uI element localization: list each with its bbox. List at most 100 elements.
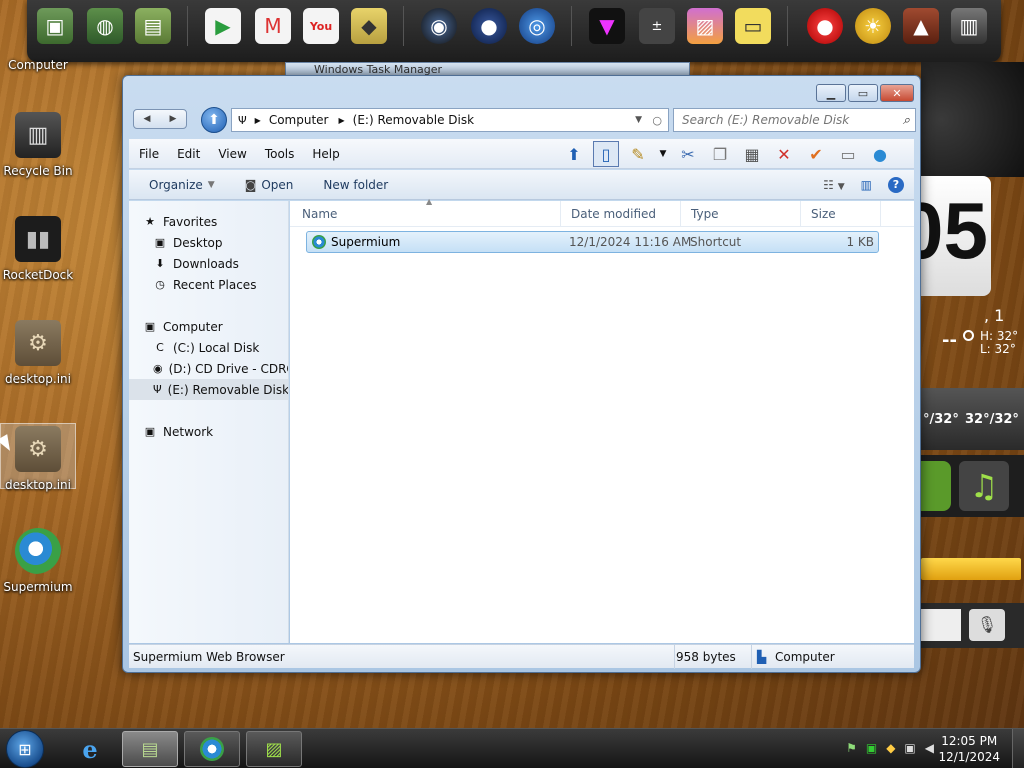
nav-drive-e[interactable]: Ψ (E:) Removable Disk (129, 379, 288, 400)
tray-network-icon[interactable]: ⚑ (846, 741, 857, 755)
dropdown-arrow-icon[interactable]: ▼ (657, 141, 669, 167)
show-desktop-button[interactable] (1012, 729, 1024, 768)
properties-icon[interactable]: ✎ (625, 141, 651, 167)
organize-button[interactable]: Organize ▼ (149, 178, 215, 192)
taskbar-explorer[interactable]: ▤ (122, 731, 178, 767)
calculator-icon[interactable]: ± (639, 8, 675, 44)
taskbar-internet-explorer[interactable]: e (62, 731, 118, 767)
file-list[interactable]: Name Date modified Type Size ▲ Supermium… (290, 197, 914, 643)
photos-icon[interactable]: ▨ (687, 8, 723, 44)
file-size: 1 KB (846, 235, 874, 249)
menu-view[interactable]: View (218, 147, 246, 161)
trash-icon[interactable]: ▥ (951, 8, 987, 44)
youtube-icon[interactable]: You (303, 8, 339, 44)
help-icon[interactable]: ? (888, 176, 904, 193)
start-button[interactable]: ⊞ (6, 730, 44, 768)
weather-icon[interactable]: ☀ (855, 8, 891, 44)
gmail-icon[interactable]: M (255, 8, 291, 44)
mic-icon[interactable]: 🎙 (969, 609, 1005, 641)
menu-help[interactable]: Help (312, 147, 339, 161)
desktop-icon-recycle-bin[interactable]: ▥ Recycle Bin (0, 112, 76, 178)
back-arrow-icon[interactable]: ◀ (144, 114, 151, 124)
rename-icon[interactable]: ▭ (835, 141, 861, 167)
tray-battery-icon[interactable]: ▣ (866, 741, 877, 755)
android-folder-icon[interactable]: ▣ (37, 8, 73, 44)
nav-computer[interactable]: ▣ Computer (129, 316, 288, 337)
nav-recent-places[interactable]: ◷ Recent Places (129, 274, 288, 295)
nav-drive-c[interactable]: C (C:) Local Disk (129, 337, 288, 358)
maximize-button[interactable]: ▭ (848, 84, 878, 102)
search-icon[interactable]: ⌕ (903, 113, 910, 128)
computer-label: Computer (8, 58, 68, 72)
refresh-icon[interactable]: ○ (652, 114, 662, 127)
copy-icon[interactable]: ❐ (707, 141, 733, 167)
search-box[interactable]: ⌕ (673, 108, 916, 132)
delete-icon[interactable]: ✕ (771, 141, 797, 167)
nav-downloads[interactable]: ⬇ Downloads (129, 253, 288, 274)
preview-pane-icon[interactable]: ▯ (593, 141, 619, 167)
tray-action-center-icon[interactable]: ▣ (904, 741, 915, 755)
notes-icon[interactable]: ▭ (735, 8, 771, 44)
network-android-icon[interactable]: ◍ (87, 8, 123, 44)
taskbar-task-manager[interactable]: ▨ (246, 731, 302, 767)
desktop-icon-computer[interactable]: Computer (0, 58, 76, 72)
desktop-icon-rocketdock[interactable]: ▮▮ RocketDock (0, 216, 76, 282)
nav-favorites[interactable]: ★ Favorites (129, 211, 288, 232)
close-button[interactable]: ✕ (880, 84, 914, 102)
menu-tools[interactable]: Tools (265, 147, 295, 161)
preview-pane-toggle-icon[interactable]: ▥ (861, 178, 872, 192)
paste-icon[interactable]: ▦ (739, 141, 765, 167)
forward-arrow-icon[interactable]: ▶ (170, 114, 177, 124)
angry-birds-icon[interactable]: ● (807, 8, 843, 44)
browser-globe-icon[interactable]: ◎ (519, 8, 555, 44)
taskbar-clock[interactable]: 12:05 PM 12/1/2024 (938, 733, 1000, 765)
file-row[interactable]: Supermium 12/1/2024 11:16 AM Shortcut 1 … (306, 231, 879, 253)
minimize-button[interactable]: ▁ (816, 84, 846, 102)
search-input[interactable] (682, 113, 882, 127)
breadcrumb-computer[interactable]: Computer (269, 113, 329, 127)
maps-icon[interactable]: ◆ (351, 8, 387, 44)
nav-gap (129, 295, 288, 316)
play-store-icon[interactable]: ▶ (205, 8, 241, 44)
music-icon[interactable]: ♫ (959, 461, 1009, 511)
open-button[interactable]: ◙ Open (245, 178, 294, 192)
up-folder-icon[interactable]: ⬆ (561, 141, 587, 167)
cut-icon[interactable]: ✂ (675, 141, 701, 167)
column-type[interactable]: Type (681, 201, 801, 227)
nav-desktop[interactable]: ▣ Desktop (129, 232, 288, 253)
address-dropdown-icon[interactable]: ▼ (635, 115, 642, 125)
tray-volume-icon[interactable]: ◀ (925, 741, 934, 755)
desktop-icon-supermium[interactable]: Supermium (0, 528, 76, 594)
column-date-modified[interactable]: Date modified (561, 201, 681, 227)
new-folder-button[interactable]: New folder (323, 178, 388, 192)
speaker-icon[interactable]: ● (471, 8, 507, 44)
menu-file[interactable]: File (139, 147, 159, 161)
address-bar[interactable]: Ψ ▶ Computer ▶ (E:) Removable Disk ▼ ○ (231, 108, 669, 132)
chat-bubble-icon[interactable]: ● (867, 141, 893, 167)
desktop-icon-desktop-ini-selected[interactable]: ⚙ desktop.ini (0, 423, 76, 492)
desktop-icon-desktop-ini[interactable]: ⚙ desktop.ini (0, 320, 76, 386)
address-row: ◀ ▶ ⬆ Ψ ▶ Computer ▶ (E:) Removable Disk… (131, 107, 916, 133)
view-options-icon[interactable]: ☷ ▼ (823, 178, 845, 192)
nav-network[interactable]: ▣ Network (129, 421, 288, 442)
pacman-icon[interactable] (921, 461, 951, 511)
camera-icon[interactable]: ◉ (421, 8, 457, 44)
breadcrumb-separator-icon[interactable]: ▶ (338, 116, 344, 125)
menu-edit[interactable]: Edit (177, 147, 200, 161)
breadcrumb-removable-disk[interactable]: (E:) Removable Disk (353, 113, 474, 127)
breadcrumb-separator-icon[interactable]: ▶ (255, 116, 261, 125)
tray-flag-icon[interactable]: ◆ (886, 741, 895, 755)
chevron-down-icon: ▼ (207, 179, 215, 190)
back-forward-buttons[interactable]: ◀ ▶ (133, 109, 187, 129)
nav-drive-d[interactable]: ◉ (D:) CD Drive - CDRO (129, 358, 288, 379)
taskbar-supermium[interactable] (184, 731, 240, 767)
android-robot-icon[interactable]: ▲ (903, 8, 939, 44)
android-files-icon[interactable]: ▤ (135, 8, 171, 44)
search-widget-field[interactable] (921, 609, 961, 641)
up-button[interactable]: ⬆ (201, 107, 227, 133)
column-size[interactable]: Size (801, 201, 881, 227)
column-headers: Name Date modified Type Size ▲ (290, 197, 914, 227)
gallery-icon[interactable]: ▼ (589, 8, 625, 44)
analog-clock-widget (921, 62, 1024, 177)
checkmark-icon[interactable]: ✔ (803, 141, 829, 167)
